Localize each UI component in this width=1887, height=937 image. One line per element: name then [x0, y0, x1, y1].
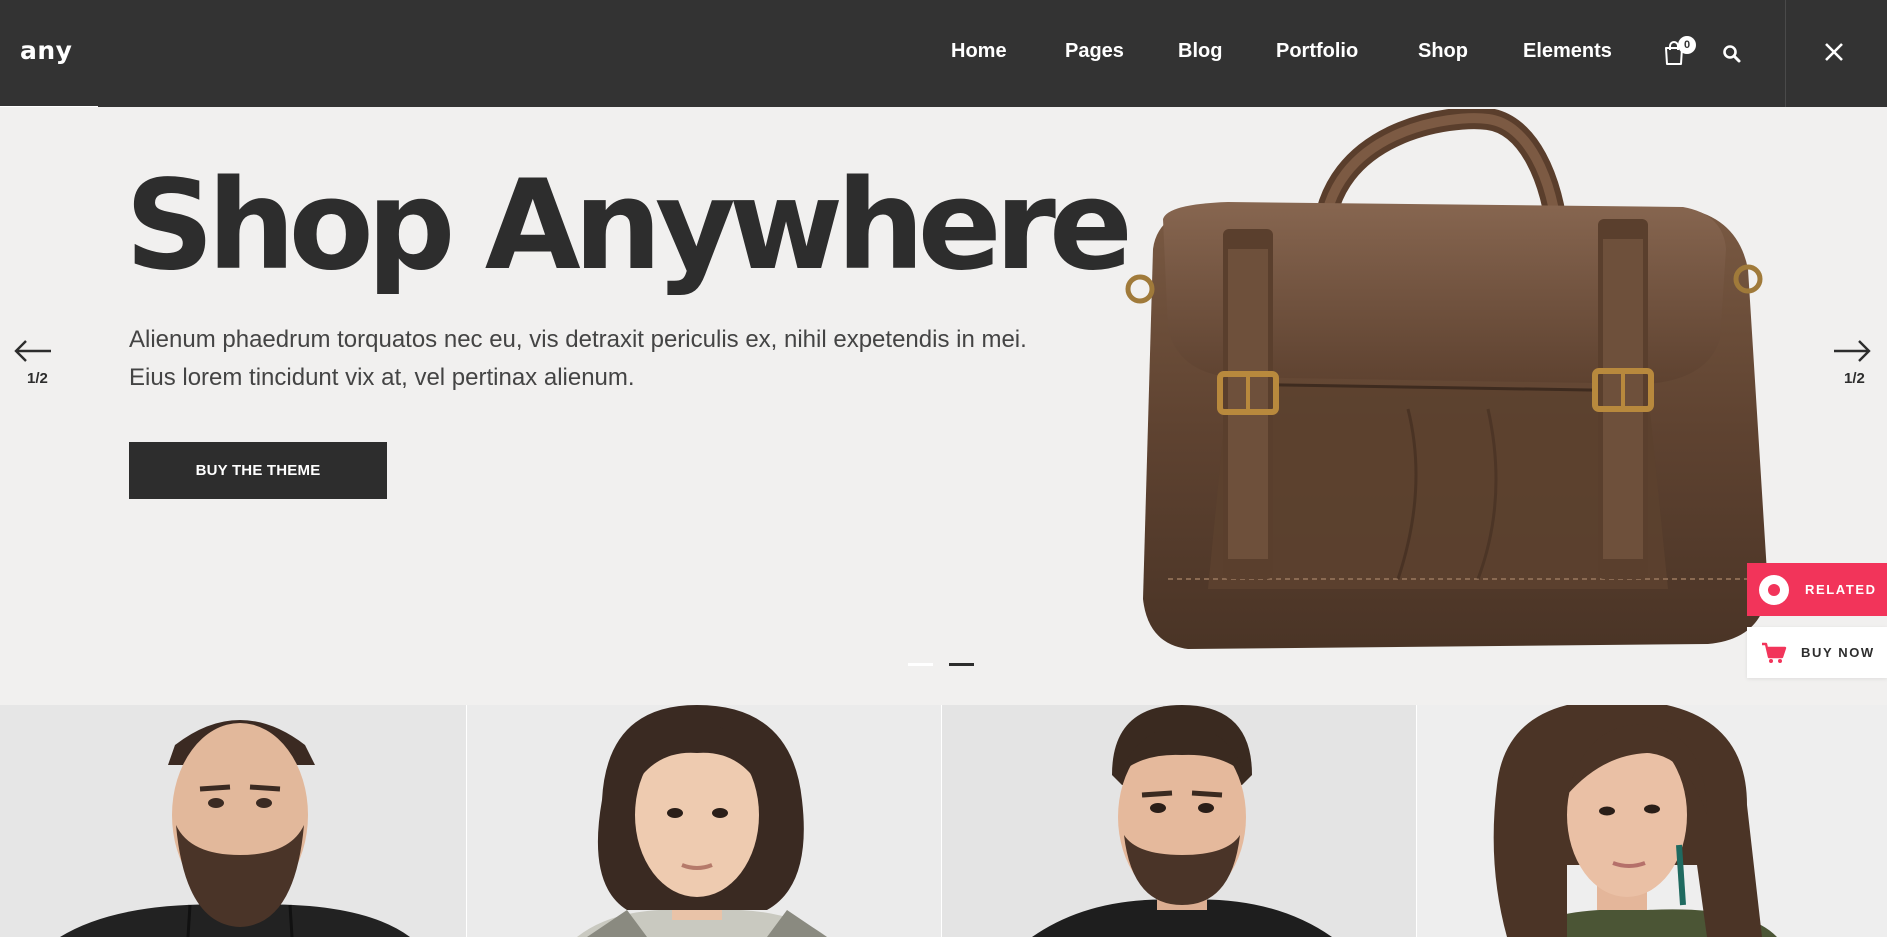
site-logo[interactable]: any — [20, 36, 72, 65]
nav-blog[interactable]: Blog — [1178, 40, 1222, 63]
buy-now-label: BUY NOW — [1801, 645, 1875, 660]
slider-dot-1[interactable] — [908, 663, 933, 666]
nav-home[interactable]: Home — [951, 40, 1007, 63]
header-divider — [1785, 0, 1786, 107]
site-header: any Home Pages Blog Portfolio Shop Eleme… — [0, 0, 1887, 108]
woman-short-hair-photo — [467, 705, 941, 937]
close-icon — [1825, 43, 1843, 61]
related-icon — [1759, 574, 1789, 605]
buy-theme-button[interactable]: BUY THE THEME — [129, 442, 387, 499]
related-label: RELATED — [1805, 582, 1877, 597]
hero-description: Alienum phaedrum torquatos nec eu, vis d… — [129, 321, 1089, 397]
arrow-left-icon — [14, 340, 51, 362]
hero-description-line-1: Alienum phaedrum torquatos nec eu, vis d… — [129, 326, 1027, 353]
close-button[interactable] — [1822, 40, 1850, 68]
hero-description-line-2: Eius lorem tincidunt vix at, vel pertina… — [129, 364, 635, 391]
hero-title: Shop Anywhere — [125, 154, 1133, 298]
person-photo-1[interactable] — [0, 705, 466, 937]
nav-shop[interactable]: Shop — [1418, 40, 1468, 63]
next-slide-button[interactable] — [1832, 339, 1876, 367]
leather-bag-image — [1125, 109, 1768, 649]
prev-slide-counter: 1/2 — [27, 370, 48, 387]
woman-long-hair-photo — [1417, 705, 1887, 937]
nav-portfolio[interactable]: Portfolio — [1276, 40, 1358, 63]
related-tab[interactable]: RELATED — [1747, 563, 1887, 616]
search-button[interactable] — [1722, 44, 1744, 66]
man-short-beard-photo — [942, 705, 1416, 937]
arrow-right-icon — [1834, 340, 1871, 362]
slider-dot-2[interactable] — [949, 663, 974, 666]
nav-elements[interactable]: Elements — [1523, 40, 1612, 63]
man-with-beard-photo — [0, 705, 466, 937]
hero-slider: Shop Anywhere Alienum phaedrum torquatos… — [0, 107, 1887, 705]
next-slide-counter: 1/2 — [1844, 370, 1865, 387]
cart-icon — [1762, 642, 1787, 663]
buy-now-tab[interactable]: BUY NOW — [1747, 627, 1887, 678]
nav-pages[interactable]: Pages — [1065, 40, 1124, 63]
people-gallery — [0, 705, 1887, 937]
person-photo-4[interactable] — [1417, 705, 1887, 937]
prev-slide-button[interactable] — [13, 339, 57, 367]
person-photo-2[interactable] — [467, 705, 941, 937]
search-icon — [1723, 45, 1741, 63]
cart-count-badge: 0 — [1678, 36, 1696, 54]
cart-button[interactable]: 0 — [1662, 36, 1696, 70]
person-photo-3[interactable] — [942, 705, 1416, 937]
slider-pagination — [908, 663, 974, 666]
